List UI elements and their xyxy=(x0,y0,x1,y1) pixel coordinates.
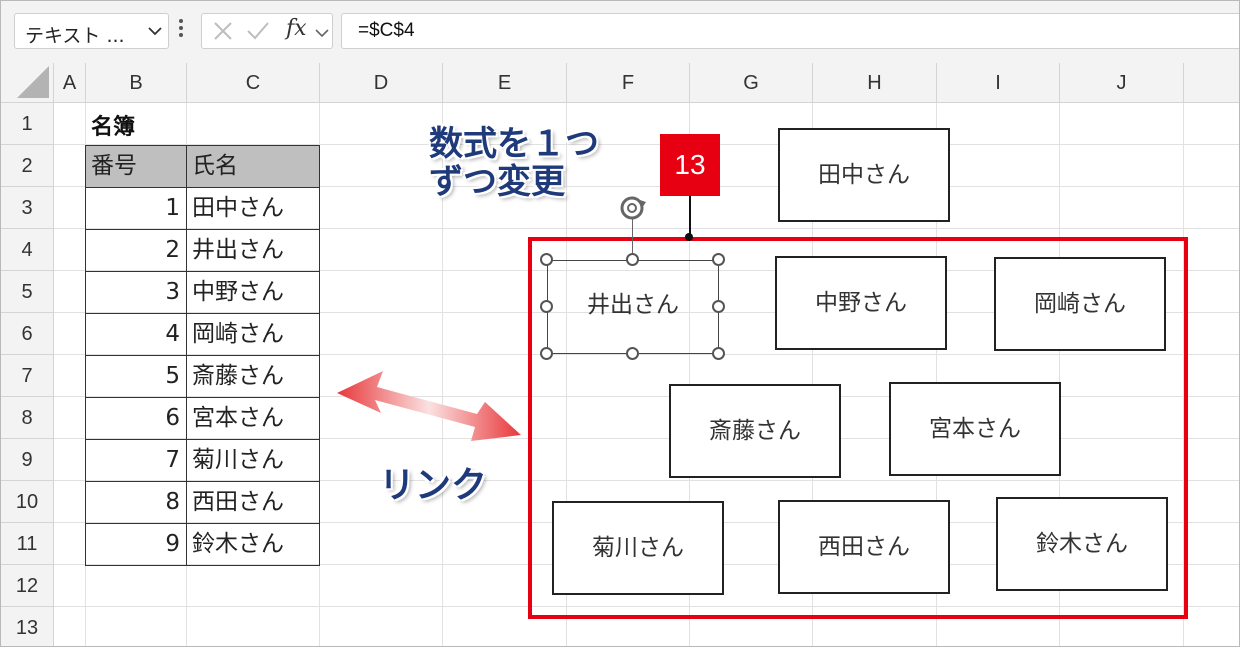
row-header-11[interactable]: 11 xyxy=(1,523,54,565)
badge-pointer-line xyxy=(689,196,691,236)
cell-name[interactable]: 井出さん xyxy=(186,229,320,272)
selection-frame xyxy=(547,260,719,354)
cell-number[interactable]: 7 xyxy=(85,439,187,482)
textbox-shape[interactable]: 西田さん xyxy=(778,500,950,594)
cell-number[interactable]: 6 xyxy=(85,397,187,440)
table-title: 名簿 xyxy=(91,115,136,140)
row-header-12[interactable]: 12 xyxy=(1,565,54,607)
column-header-e[interactable]: E xyxy=(443,63,567,103)
textbox-shape[interactable]: 田中さん xyxy=(778,128,950,222)
step-number-badge: 13 xyxy=(660,134,720,196)
cell-number[interactable]: 3 xyxy=(85,271,187,314)
row-header-2[interactable]: 2 xyxy=(1,145,54,187)
resize-handle-sw[interactable] xyxy=(540,347,553,360)
double-arrow-icon xyxy=(337,371,521,441)
cell-number[interactable]: 9 xyxy=(85,523,187,566)
textbox-shape[interactable]: 鈴木さん xyxy=(996,497,1168,591)
column-header-i[interactable]: I xyxy=(937,63,1060,103)
cell-name[interactable]: 鈴木さん xyxy=(186,523,320,566)
textbox-shape[interactable]: 岡崎さん xyxy=(994,257,1166,351)
formula-bar: テキスト ... fx =$C$4 xyxy=(1,1,1239,63)
cell-name[interactable]: 斎藤さん xyxy=(186,355,320,398)
annotation-note-line2: ずつ変更 xyxy=(429,162,565,202)
column-header-h[interactable]: H xyxy=(813,63,937,103)
row-header-10[interactable]: 10 xyxy=(1,481,54,523)
textbox-shape[interactable]: 宮本さん xyxy=(889,382,1061,476)
chevron-down-icon[interactable] xyxy=(148,26,162,36)
pointer-dot xyxy=(685,233,693,241)
select-all-corner[interactable] xyxy=(1,63,54,103)
enter-check-icon[interactable] xyxy=(246,20,270,42)
resize-handle-s[interactable] xyxy=(626,347,639,360)
column-header-partial xyxy=(1184,63,1239,103)
column-header-g[interactable]: G xyxy=(690,63,813,103)
cell-number[interactable]: 4 xyxy=(85,313,187,356)
column-header-j[interactable]: J xyxy=(1060,63,1184,103)
column-header-d[interactable]: D xyxy=(320,63,443,103)
column-header-b[interactable]: B xyxy=(86,63,187,103)
annotation-note-line1: 数式を１つ xyxy=(429,124,599,164)
cell-number[interactable]: 1 xyxy=(85,187,187,230)
resize-handle-ne[interactable] xyxy=(712,253,725,266)
formula-text: =$C$4 xyxy=(358,20,415,41)
excel-window: テキスト ... fx =$C$4 A B C D E F G H I J 1 … xyxy=(0,0,1240,647)
cell-number[interactable]: 5 xyxy=(85,355,187,398)
cancel-icon[interactable] xyxy=(212,20,234,42)
row-header-9[interactable]: 9 xyxy=(1,439,54,481)
cell-name[interactable]: 宮本さん xyxy=(186,397,320,440)
cell-name[interactable]: 岡崎さん xyxy=(186,313,320,356)
name-box[interactable]: テキスト ... xyxy=(14,13,169,49)
row-header-1[interactable]: 1 xyxy=(1,103,54,145)
resize-handle-e[interactable] xyxy=(712,300,725,313)
column-header-f[interactable]: F xyxy=(567,63,690,103)
column-header-a[interactable]: A xyxy=(54,63,86,103)
formula-buttons: fx xyxy=(201,13,333,49)
cell-number[interactable]: 8 xyxy=(85,481,187,524)
cell-name[interactable]: 西田さん xyxy=(186,481,320,524)
row-header-7[interactable]: 7 xyxy=(1,355,54,397)
cell-number[interactable]: 2 xyxy=(85,229,187,272)
cell-name[interactable]: 菊川さん xyxy=(186,439,320,482)
header-cell-number[interactable]: 番号 xyxy=(85,145,187,188)
row-header-3[interactable]: 3 xyxy=(1,187,54,229)
more-options-icon[interactable] xyxy=(179,19,185,43)
resize-handle-nw[interactable] xyxy=(540,253,553,266)
cell-name[interactable]: 田中さん xyxy=(186,187,320,230)
column-header-c[interactable]: C xyxy=(187,63,320,103)
row-header-13[interactable]: 13 xyxy=(1,607,54,646)
insert-function-icon[interactable]: fx xyxy=(286,16,307,41)
cell-name[interactable]: 中野さん xyxy=(186,271,320,314)
rotate-handle-icon[interactable] xyxy=(618,194,648,222)
name-box-value: テキスト ... xyxy=(25,25,125,47)
header-cell-name[interactable]: 氏名 xyxy=(186,145,320,188)
row-header-5[interactable]: 5 xyxy=(1,271,54,313)
row-header-4[interactable]: 4 xyxy=(1,229,54,271)
resize-handle-w[interactable] xyxy=(540,300,553,313)
resize-handle-n[interactable] xyxy=(626,253,639,266)
annotation-link-label: リンク xyxy=(379,465,488,506)
resize-handle-se[interactable] xyxy=(712,347,725,360)
textbox-shape[interactable]: 菊川さん xyxy=(552,501,724,595)
textbox-shape[interactable]: 斎藤さん xyxy=(669,384,841,478)
formula-input[interactable]: =$C$4 xyxy=(341,13,1239,49)
textbox-shape[interactable]: 中野さん xyxy=(775,256,947,350)
row-header-6[interactable]: 6 xyxy=(1,313,54,355)
chevron-down-icon[interactable] xyxy=(315,28,329,38)
row-header-8[interactable]: 8 xyxy=(1,397,54,439)
